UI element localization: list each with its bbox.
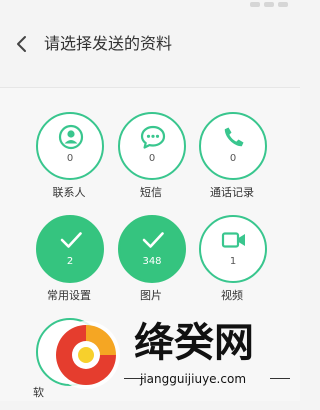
logo-icon xyxy=(52,321,120,389)
item-call-log[interactable]: 0 通话记录 xyxy=(198,112,274,204)
item-circle[interactable]: 348 xyxy=(118,215,186,283)
watermark: 绛癸网 jiangguijiuye.com xyxy=(0,308,300,401)
item-contacts[interactable]: 0 联系人 xyxy=(35,112,111,204)
status-indicator xyxy=(250,2,260,7)
item-pictures[interactable]: 348 图片 xyxy=(117,215,193,307)
chat-bubble-icon xyxy=(140,125,166,149)
item-label: 短信 xyxy=(140,186,162,199)
item-label: 通话记录 xyxy=(210,186,254,199)
item-videos[interactable]: 1 视频 xyxy=(198,215,274,307)
item-count: 2 xyxy=(66,256,74,267)
status-indicator xyxy=(278,2,288,7)
status-indicator xyxy=(264,2,274,7)
app-header: 请选择发送的资料 xyxy=(0,0,300,88)
item-common-settings[interactable]: 2 常用设置 xyxy=(35,215,111,307)
chevron-left-icon xyxy=(17,36,26,52)
item-circle[interactable]: 0 xyxy=(36,112,104,180)
video-camera-icon xyxy=(221,232,245,248)
check-icon xyxy=(60,232,82,248)
status-bar xyxy=(0,0,300,10)
item-label: 视频 xyxy=(221,289,243,302)
item-circle[interactable]: 0 xyxy=(199,112,267,180)
person-icon xyxy=(58,124,84,150)
page-title: 请选择发送的资料 xyxy=(44,34,173,53)
item-count: 0 xyxy=(66,153,74,164)
item-label: 图片 xyxy=(140,289,162,302)
check-icon xyxy=(142,232,164,248)
watermark-brand: 绛癸网 xyxy=(134,320,254,366)
item-count: 348 xyxy=(142,256,162,267)
phone-icon xyxy=(224,127,244,147)
item-label: 联系人 xyxy=(52,186,86,199)
item-circle[interactable]: 2 xyxy=(36,215,104,283)
item-circle[interactable]: 1 xyxy=(199,215,267,283)
item-label: 常用设置 xyxy=(47,289,91,302)
item-count: 0 xyxy=(148,153,156,164)
watermark-url: jiangguijiuye.com xyxy=(140,372,247,386)
back-button[interactable] xyxy=(12,29,32,59)
item-sms[interactable]: 0 短信 xyxy=(117,112,193,204)
item-count: 0 xyxy=(229,153,237,164)
item-circle[interactable]: 0 xyxy=(118,112,186,180)
item-count: 1 xyxy=(229,256,237,267)
